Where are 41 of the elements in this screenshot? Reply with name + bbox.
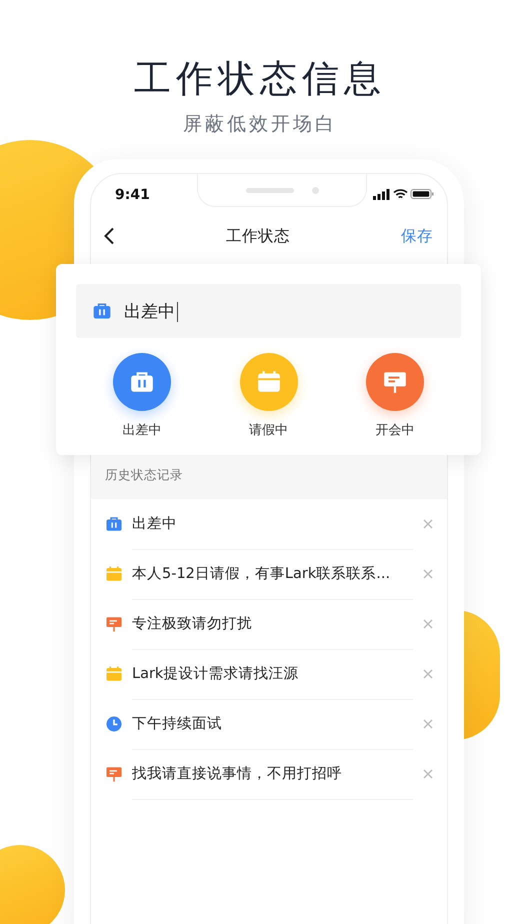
close-icon xyxy=(423,769,433,779)
status-option[interactable]: 开会中 xyxy=(355,353,435,439)
clock-icon xyxy=(105,715,123,733)
headline: 工作状态信息 xyxy=(134,56,386,102)
save-button[interactable]: 保存 xyxy=(401,226,433,246)
back-button[interactable] xyxy=(103,227,115,245)
history-item[interactable]: Lark提设计需求请找汪源 xyxy=(91,649,447,699)
section-header: 历史状态记录 xyxy=(91,455,447,499)
signboard-icon xyxy=(105,765,123,783)
history-text: 找我请直接说事情，不用打招呼 xyxy=(132,765,342,783)
close-icon xyxy=(423,719,433,729)
briefcase-icon xyxy=(92,301,112,321)
calendar-icon xyxy=(105,665,123,683)
history-item[interactable]: 本人5-12日请假，有事Lark联系联系... xyxy=(91,549,447,599)
history-item[interactable]: 找我请直接说事情，不用打招呼 xyxy=(91,749,447,799)
screen-title: 工作状态 xyxy=(226,226,290,244)
history-text: 本人5-12日请假，有事Lark联系联系... xyxy=(132,565,390,583)
subtitle: 屏蔽低效开场白 xyxy=(183,112,337,137)
text-cursor xyxy=(177,302,178,322)
history-item[interactable]: 出差中 xyxy=(91,499,447,549)
back-icon xyxy=(103,227,115,245)
signboard-icon xyxy=(105,615,123,633)
close-icon xyxy=(423,569,433,579)
wifi-icon xyxy=(393,189,408,198)
history-text: 出差中 xyxy=(132,515,177,533)
history-item[interactable]: 专注极致请勿打扰 xyxy=(91,599,447,649)
history-item[interactable]: 下午持续面试 xyxy=(91,699,447,749)
close-icon xyxy=(423,669,433,679)
close-icon xyxy=(423,519,433,529)
history-text: 专注极致请勿打扰 xyxy=(132,615,252,633)
calendar-icon xyxy=(105,565,123,583)
history-text: 下午持续面试 xyxy=(132,715,222,733)
signal-icon xyxy=(373,189,390,200)
battery-icon xyxy=(410,189,434,199)
status-option[interactable]: 出差中 xyxy=(102,353,182,439)
input-field[interactable]: 出差中 xyxy=(76,284,461,338)
history-text: Lark提设计需求请找汪源 xyxy=(132,665,298,683)
briefcase-icon xyxy=(105,515,123,533)
close-icon xyxy=(423,619,433,629)
clock-time: 9:41 xyxy=(115,187,150,203)
status-option[interactable]: 请假中 xyxy=(228,353,308,439)
